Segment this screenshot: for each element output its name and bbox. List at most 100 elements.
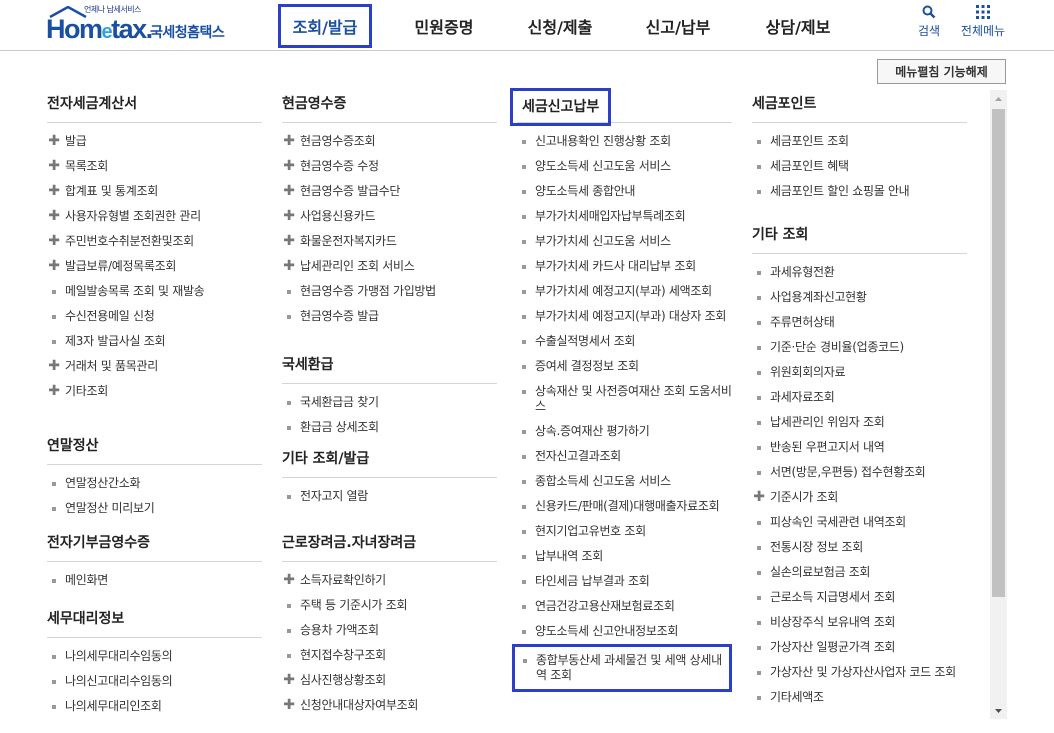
menu-item[interactable]: 메일발송목록 조회 및 재발송 <box>47 279 262 304</box>
menu-item[interactable]: ✚ 합계표 및 통계조회 <box>47 179 262 204</box>
menu-item[interactable]: 부가가치세 예정고지(부과) 세액조회 <box>517 279 732 304</box>
menu-item[interactable]: 신용카드/판매(결제)대행매출자료조회 <box>517 494 732 519</box>
menu-item[interactable]: 메인화면 <box>47 568 262 593</box>
expand-plus-icon[interactable]: ✚ <box>283 209 295 224</box>
expand-plus-icon[interactable]: ✚ <box>48 184 60 199</box>
menu-item[interactable]: 피상속인 국세관련 내역조회 <box>752 510 967 535</box>
section-title[interactable]: 국세환급 <box>282 349 497 384</box>
menu-item[interactable]: 종합부동산세 과세물건 및 세액 상세내역 조회 <box>512 644 732 692</box>
expand-plus-icon[interactable]: ✚ <box>283 673 295 688</box>
menu-item[interactable]: 나의세무대리인조회 <box>47 694 262 719</box>
menu-item[interactable]: ✚ 기준시가 조회 <box>752 485 967 510</box>
section-title[interactable]: 세무대리정보 <box>47 603 262 638</box>
menu-item[interactable]: 부가가치세매입자납부특례조회 <box>517 204 732 229</box>
menu-item[interactable]: 수신전용메일 신청 <box>47 304 262 329</box>
menu-item[interactable]: ✚ 신청안내대상자여부조회 <box>282 693 497 718</box>
menu-item[interactable]: ✚ 발급보류/예정목록조회 <box>47 254 262 279</box>
menu-item[interactable]: 세금포인트 혜택 <box>752 154 967 179</box>
menu-item[interactable]: ✚ 사용자유형별 조회권한 관리 <box>47 204 262 229</box>
section-title[interactable]: 연말정산 <box>47 430 262 465</box>
menu-item[interactable]: 주택 등 기준시가 조회 <box>282 593 497 618</box>
menu-item[interactable]: 근로소득 지급명세서 조회 <box>752 585 967 610</box>
menu-item[interactable]: 환급금 상세조회 <box>282 415 497 440</box>
menu-item[interactable]: 현지접수창구조회 <box>282 643 497 668</box>
expand-plus-icon[interactable]: ✚ <box>48 134 60 149</box>
menu-item[interactable]: 수출실적명세서 조회 <box>517 329 732 354</box>
menu-item[interactable]: 종합소득세 신고도움 서비스 <box>517 469 732 494</box>
menu-item[interactable]: 나의세무대리수임동의 <box>47 644 262 669</box>
menu-item[interactable]: 실손의료보험금 조회 <box>752 560 967 585</box>
menu-item[interactable]: 기준·단순 경비율(업종코드) <box>752 335 967 360</box>
menu-item[interactable]: ✚ 소득자료확인하기 <box>282 568 497 593</box>
menu-item[interactable]: 연금건강고용산재보험료조회 <box>517 594 732 619</box>
menu-item[interactable]: 반송된 우편고지서 내역 <box>752 435 967 460</box>
menu-item[interactable]: 납부내역 조회 <box>517 544 732 569</box>
menu-item[interactable]: 납세관리인 위임자 조회 <box>752 410 967 435</box>
menu-item[interactable]: ✚ 사업용신용카드 <box>282 204 497 229</box>
scrollbar[interactable] <box>990 90 1007 719</box>
menu-item[interactable]: 서면(방문,우편등) 접수현황조회 <box>752 460 967 485</box>
section-title[interactable]: 전자세금계산서 <box>47 88 262 123</box>
menu-item[interactable]: 신고내용확인 진행상황 조회 <box>517 129 732 154</box>
menu-item[interactable]: 기타세액조 <box>752 685 967 710</box>
expand-plus-icon[interactable]: ✚ <box>283 259 295 274</box>
expand-plus-icon[interactable]: ✚ <box>283 159 295 174</box>
menu-item[interactable]: 나의신고대리수임동의 <box>47 669 262 694</box>
menu-item[interactable]: ✚ 현금영수증 발급수단 <box>282 179 497 204</box>
expand-plus-icon[interactable]: ✚ <box>48 259 60 274</box>
menu-expand-toggle-button[interactable]: 메뉴펼침 기능해제 <box>877 59 1006 84</box>
expand-plus-icon[interactable]: ✚ <box>283 573 295 588</box>
menu-item[interactable]: ✚ 납세관리인 조회 서비스 <box>282 254 497 279</box>
expand-plus-icon[interactable]: ✚ <box>48 384 60 399</box>
menu-item[interactable]: ✚ 현금영수증 수정 <box>282 154 497 179</box>
menu-item[interactable]: 비상장주식 보유내역 조회 <box>752 610 967 635</box>
menu-item[interactable]: ✚ 기타조회 <box>47 379 262 404</box>
menu-item[interactable]: ✚ 심사진행상황조회 <box>282 668 497 693</box>
gnb-civil-certificate[interactable]: 민원증명 <box>398 4 490 48</box>
menu-item[interactable]: 증여세 결정정보 조회 <box>517 354 732 379</box>
expand-plus-icon[interactable]: ✚ <box>283 234 295 249</box>
scrollbar-thumb[interactable] <box>992 109 1005 597</box>
menu-item[interactable]: ✚ 현금영수증조회 <box>282 129 497 154</box>
menu-item[interactable]: ✚ 목록조회 <box>47 154 262 179</box>
gnb-apply-submit[interactable]: 신청/제출 <box>514 4 606 48</box>
all-menu-button[interactable]: 전체메뉴 <box>957 5 1009 39</box>
hometax-logo[interactable]: 언제나 납세서비스 Hometax. 국세청홈택스 <box>46 4 236 48</box>
gnb-inquiry-issue[interactable]: 조회/발급 <box>278 4 372 48</box>
menu-item[interactable]: 현지기업고유번호 조회 <box>517 519 732 544</box>
menu-item[interactable]: 부가가치세 카드사 대리납부 조회 <box>517 254 732 279</box>
expand-plus-icon[interactable]: ✚ <box>283 184 295 199</box>
menu-item[interactable]: 상속재산 및 사전증여재산 조회 도움서비스 <box>517 379 732 419</box>
menu-item[interactable]: 연말정산 미리보기 <box>47 496 262 521</box>
gnb-consult-report[interactable]: 상담/제보 <box>752 4 844 48</box>
menu-item[interactable]: 양도소득세 신고안내정보조회 <box>517 619 732 644</box>
menu-item[interactable]: 전자신고결과조회 <box>517 444 732 469</box>
expand-plus-icon[interactable]: ✚ <box>283 698 295 713</box>
search-button[interactable]: 검색 <box>912 5 946 39</box>
menu-item[interactable]: 사업용계좌신고현황 <box>752 285 967 310</box>
menu-item[interactable]: 세금포인트 할인 쇼핑몰 안내 <box>752 179 967 204</box>
menu-item[interactable]: ✚ 발급 <box>47 129 262 154</box>
expand-plus-icon[interactable]: ✚ <box>48 209 60 224</box>
menu-item[interactable]: 현금영수증 가맹점 가입방법 <box>282 279 497 304</box>
section-title[interactable]: 기타 조회/발급 <box>282 443 497 478</box>
menu-item[interactable]: 승용차 가액조회 <box>282 618 497 643</box>
section-title[interactable]: 현금영수증 <box>282 88 497 123</box>
menu-item[interactable]: 과세자료조회 <box>752 385 967 410</box>
menu-item[interactable]: 국세환급금 찾기 <box>282 390 497 415</box>
gnb-report-pay[interactable]: 신고/납부 <box>632 4 724 48</box>
section-title[interactable]: 세금포인트 <box>752 88 967 123</box>
menu-item[interactable]: ✚ 화물운전자복지카드 <box>282 229 497 254</box>
menu-item[interactable]: 가상자산 일평균가격 조회 <box>752 635 967 660</box>
section-title[interactable]: 근로장려금.자녀장려금 <box>282 527 497 562</box>
menu-item[interactable]: 연말정산간소화 <box>47 471 262 496</box>
menu-item[interactable]: 제3자 발급사실 조회 <box>47 329 262 354</box>
expand-plus-icon[interactable]: ✚ <box>48 159 60 174</box>
menu-item[interactable]: 양도소득세 종합안내 <box>517 179 732 204</box>
menu-item[interactable]: 부가가치세 예정고지(부과) 대상자 조회 <box>517 304 732 329</box>
menu-item[interactable]: 세금포인트 조회 <box>752 129 967 154</box>
expand-plus-icon[interactable]: ✚ <box>283 134 295 149</box>
scroll-down-arrow-icon[interactable] <box>990 702 1007 719</box>
section-title[interactable]: 기타 조회 <box>752 219 967 254</box>
menu-item[interactable]: 타인세금 납부결과 조회 <box>517 569 732 594</box>
